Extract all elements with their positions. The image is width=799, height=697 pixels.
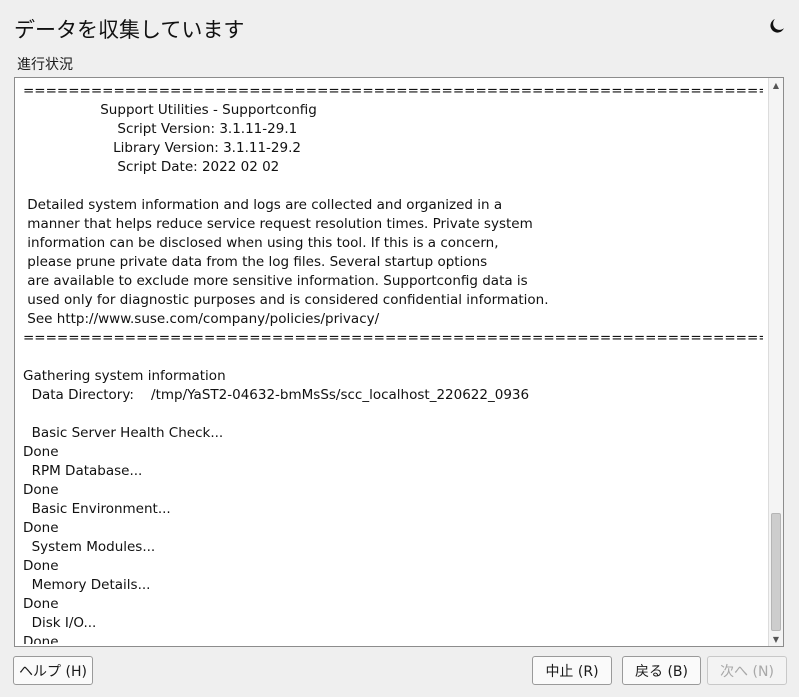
log-line: Basic Environment...	[23, 501, 171, 517]
log-line: See http://www.suse.com/company/policies…	[23, 311, 380, 327]
log-line: Done	[23, 444, 59, 460]
scroll-thumb[interactable]	[771, 513, 781, 631]
help-button[interactable]: ヘルプ (H)	[13, 656, 93, 685]
log-line: RPM Database...	[23, 463, 143, 479]
log-view[interactable]: ========================================…	[14, 77, 784, 647]
log-line: Script Date: 2022 02 02	[23, 159, 280, 175]
log-line: used only for diagnostic purposes and is…	[23, 292, 549, 308]
log-line: Library Version: 3.1.11-29.2	[23, 140, 301, 156]
log-line: Done	[23, 634, 59, 644]
log-line: information can be disclosed when using …	[23, 235, 499, 251]
log-line: Support Utilities - Supportconfig	[23, 102, 317, 118]
log-line: please prune private data from the log f…	[23, 254, 488, 270]
log-line: Script Version: 3.1.11-29.1	[23, 121, 298, 137]
log-line: ========================================…	[23, 330, 763, 346]
next-button[interactable]: 次へ (N)	[707, 656, 787, 685]
log-line: Basic Server Health Check...	[23, 425, 224, 441]
log-text: ========================================…	[23, 82, 763, 644]
back-button[interactable]: 戻る (B)	[622, 656, 701, 685]
scroll-up-arrow-icon[interactable]: ▲	[769, 78, 783, 92]
vertical-scrollbar[interactable]: ▲ ▼	[768, 78, 783, 646]
abort-button[interactable]: 中止 (R)	[532, 656, 612, 685]
log-line: Memory Details...	[23, 577, 151, 593]
progress-label: 進行状況	[17, 57, 73, 73]
log-line: are available to exclude more sensitive …	[23, 273, 528, 289]
scroll-down-arrow-icon[interactable]: ▼	[769, 632, 783, 646]
log-line: System Modules...	[23, 539, 156, 555]
window-title: データを収集しています	[14, 18, 245, 42]
log-line: ========================================…	[23, 83, 763, 99]
log-line: Disk I/O...	[23, 615, 97, 631]
log-line: Done	[23, 558, 59, 574]
log-line: Detailed system information and logs are…	[23, 197, 503, 213]
log-line: manner that helps reduce service request…	[23, 216, 533, 232]
log-line: Done	[23, 520, 59, 536]
log-line: Done	[23, 596, 59, 612]
moon-icon[interactable]	[769, 18, 785, 34]
log-line: Data Directory: /tmp/YaST2-04632-bmMsSs/…	[23, 387, 530, 403]
log-line: Done	[23, 482, 59, 498]
log-line: Gathering system information	[23, 368, 226, 384]
